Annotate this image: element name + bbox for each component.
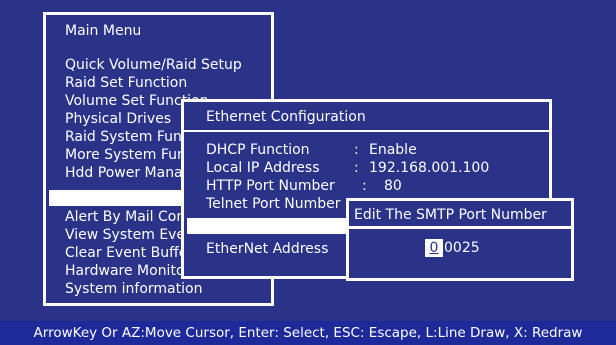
telnet-port-label: Telnet Port Number — [206, 196, 341, 212]
http-port-colon: : — [362, 178, 367, 194]
dhcp-function-label: DHCP Function — [206, 142, 310, 158]
ethernet-config-title: Ethernet Configuration — [206, 109, 366, 125]
local-ip-value: 192.168.001.100 — [369, 160, 490, 176]
menu-item-physical-drives[interactable]: Physical Drives — [65, 111, 171, 127]
ethernet-address-label: EtherNet Address — [206, 241, 329, 257]
http-port-value: 80 — [384, 178, 402, 194]
smtp-port-cursor-digit[interactable]: 0 — [425, 239, 443, 257]
menu-item-clear-event-buffer[interactable]: Clear Event Buffer — [65, 245, 193, 261]
dhcp-function-colon: : — [354, 142, 359, 158]
smtp-dialog-title: Edit The SMTP Port Number — [354, 207, 547, 223]
menu-item-quick-volume-raid-setup[interactable]: Quick Volume/Raid Setup — [65, 57, 242, 73]
dhcp-function-value: Enable — [369, 142, 417, 158]
menu-item-raid-set-function[interactable]: Raid Set Function — [65, 75, 187, 91]
menu-item-hardware-monitor[interactable]: Hardware Monitor — [65, 263, 190, 279]
main-menu-title: Main Menu — [65, 23, 142, 39]
http-port-label: HTTP Port Number — [206, 178, 335, 194]
smtp-port-dialog: Edit The SMTP Port Number 0 0025 — [346, 198, 574, 281]
smtp-port-row-selected[interactable] — [187, 218, 357, 234]
menu-item-system-information[interactable]: System information — [65, 281, 202, 297]
local-ip-label: Local IP Address — [206, 160, 320, 176]
status-bar: ArrowKey Or AZ:Move Cursor, Enter: Selec… — [0, 321, 616, 345]
smtp-port-value[interactable]: 0025 — [444, 240, 480, 256]
smtp-dialog-divider — [349, 226, 571, 229]
ethernet-title-divider — [184, 130, 549, 132]
local-ip-colon: : — [354, 160, 359, 176]
